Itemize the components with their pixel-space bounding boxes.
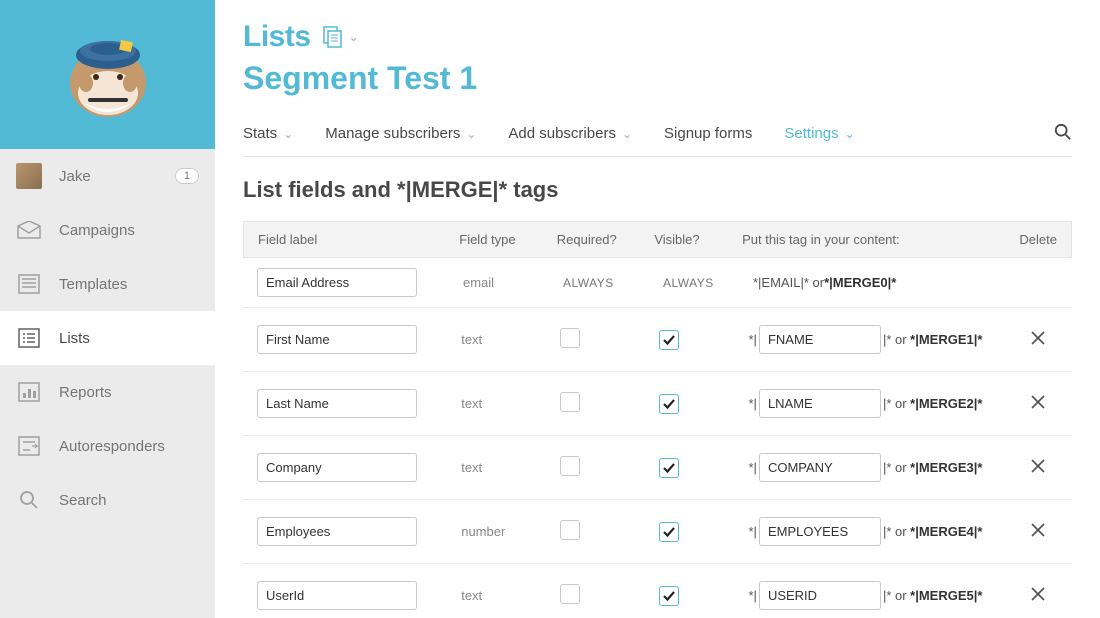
tab-stats[interactable]: Stats⌄: [243, 125, 293, 142]
visible-always: ALWAYS: [663, 266, 753, 300]
delete-button[interactable]: [1030, 525, 1046, 541]
tab-signup-forms[interactable]: Signup forms: [664, 125, 752, 142]
tab-settings[interactable]: Settings⌄: [784, 125, 854, 142]
chevron-down-icon: ⌄: [283, 127, 293, 141]
field-type: text: [461, 450, 560, 485]
table-header: Field label Field type Required? Visible…: [243, 221, 1072, 258]
merge-tag-cell: *||* or *|MERGE1|*: [749, 315, 1016, 364]
merge-tag-input[interactable]: [759, 389, 881, 418]
main-content: Lists ⌄ Segment Test 1 Stats⌄ Manage sub…: [215, 0, 1100, 618]
th-label: Field label: [244, 222, 459, 257]
merge-tag-cell: *||* or *|MERGE4|*: [749, 507, 1016, 556]
required-checkbox[interactable]: [560, 392, 580, 412]
visible-checkbox[interactable]: [659, 330, 679, 350]
field-type: email: [463, 265, 563, 300]
visible-checkbox[interactable]: [659, 394, 679, 414]
chevron-down-icon[interactable]: ⌄: [349, 30, 359, 44]
sidebar-item-label: Search: [59, 492, 107, 509]
sidebar-item-campaigns[interactable]: Campaigns: [0, 203, 215, 257]
chevron-down-icon: ⌄: [622, 127, 632, 141]
field-type: text: [461, 386, 560, 421]
page-header: Lists ⌄ Segment Test 1: [243, 20, 1072, 97]
sidebar-item-autoresponders[interactable]: Autoresponders: [0, 419, 215, 473]
logo-area: [0, 0, 215, 149]
visible-checkbox[interactable]: [659, 458, 679, 478]
user-row[interactable]: Jake 1: [0, 149, 215, 203]
delete-button[interactable]: [1030, 333, 1046, 349]
sidebar-item-reports[interactable]: Reports: [0, 365, 215, 419]
merge-tag-input[interactable]: [759, 453, 881, 482]
delete-button[interactable]: [1030, 397, 1046, 413]
chevron-down-icon: ⌄: [845, 127, 855, 141]
table-row: text *||* or *|MERGE2|*: [243, 372, 1072, 436]
envelope-icon: [16, 219, 42, 241]
field-type: text: [461, 322, 560, 357]
page-title: Segment Test 1: [243, 60, 1072, 97]
section-title: List fields and *|MERGE|* tags: [243, 177, 1072, 203]
required-checkbox[interactable]: [560, 456, 580, 476]
delete-button[interactable]: [1030, 461, 1046, 477]
field-type: number: [461, 514, 560, 549]
required-checkbox[interactable]: [560, 328, 580, 348]
merge-tag-cell: *|EMAIL|* or *|MERGE0|*: [753, 265, 1023, 300]
tab-manage-subscribers[interactable]: Manage subscribers⌄: [325, 125, 476, 142]
sidebar-item-lists[interactable]: Lists: [0, 311, 215, 365]
autoresponders-icon: [16, 435, 42, 457]
field-label-input[interactable]: [257, 325, 417, 354]
search-icon: [16, 489, 42, 511]
reports-icon: [16, 381, 42, 403]
required-checkbox[interactable]: [560, 584, 580, 604]
th-tag: Put this tag in your content:: [742, 222, 1005, 257]
tab-add-subscribers[interactable]: Add subscribers⌄: [508, 125, 632, 142]
visible-checkbox[interactable]: [659, 522, 679, 542]
sidebar-item-label: Templates: [59, 276, 127, 293]
table-row: text *||* or *|MERGE3|*: [243, 436, 1072, 500]
merge-tag-cell: *||* or *|MERGE3|*: [749, 443, 1016, 492]
merge-tag-input[interactable]: [759, 581, 881, 610]
chevron-down-icon: ⌄: [466, 127, 476, 141]
field-label-input[interactable]: [257, 453, 417, 482]
merge-tag-cell: *||* or *|MERGE2|*: [749, 379, 1016, 428]
required-always: ALWAYS: [563, 266, 663, 300]
visible-checkbox[interactable]: [659, 586, 679, 606]
list-icon: [16, 327, 42, 349]
table-row: number *||* or *|MERGE4|*: [243, 500, 1072, 564]
sidebar-item-search[interactable]: Search: [0, 473, 215, 527]
th-visible: Visible?: [654, 222, 742, 257]
merge-tag-cell: *||* or *|MERGE5|*: [749, 571, 1016, 618]
table-row: text *||* or *|MERGE1|*: [243, 308, 1072, 372]
search-icon[interactable]: [1054, 123, 1072, 144]
sidebar-item-templates[interactable]: Templates: [0, 257, 215, 311]
sidebar-item-label: Campaigns: [59, 222, 135, 239]
field-label-input[interactable]: [257, 581, 417, 610]
copy-icon[interactable]: [321, 26, 343, 48]
merge-tag-input[interactable]: [759, 517, 881, 546]
th-delete: Delete: [1005, 222, 1071, 257]
field-label-input[interactable]: [257, 517, 417, 546]
sidebar-item-label: Lists: [59, 330, 90, 347]
user-name: Jake: [59, 168, 175, 185]
field-label-input[interactable]: [257, 389, 417, 418]
table-row: text *||* or *|MERGE5|*: [243, 564, 1072, 618]
template-icon: [16, 273, 42, 295]
field-type: text: [461, 578, 560, 613]
sidebar-item-label: Reports: [59, 384, 112, 401]
merge-tag-input[interactable]: [759, 325, 881, 354]
required-checkbox[interactable]: [560, 520, 580, 540]
notification-badge: 1: [175, 168, 199, 184]
avatar: [16, 163, 42, 189]
subnav-tabs: Stats⌄ Manage subscribers⌄ Add subscribe…: [243, 123, 1072, 157]
mailchimp-logo-icon: [58, 25, 158, 125]
table-row: emailALWAYSALWAYS*|EMAIL|* or *|MERGE0|*: [243, 258, 1072, 308]
th-required: Required?: [557, 222, 655, 257]
field-label-input[interactable]: [257, 268, 417, 297]
sidebar: Jake 1 Campaigns Templates Lists Repor: [0, 0, 215, 618]
breadcrumb-lists[interactable]: Lists: [243, 20, 311, 54]
sidebar-item-label: Autoresponders: [59, 438, 165, 455]
th-type: Field type: [459, 222, 557, 257]
delete-button[interactable]: [1030, 589, 1046, 605]
